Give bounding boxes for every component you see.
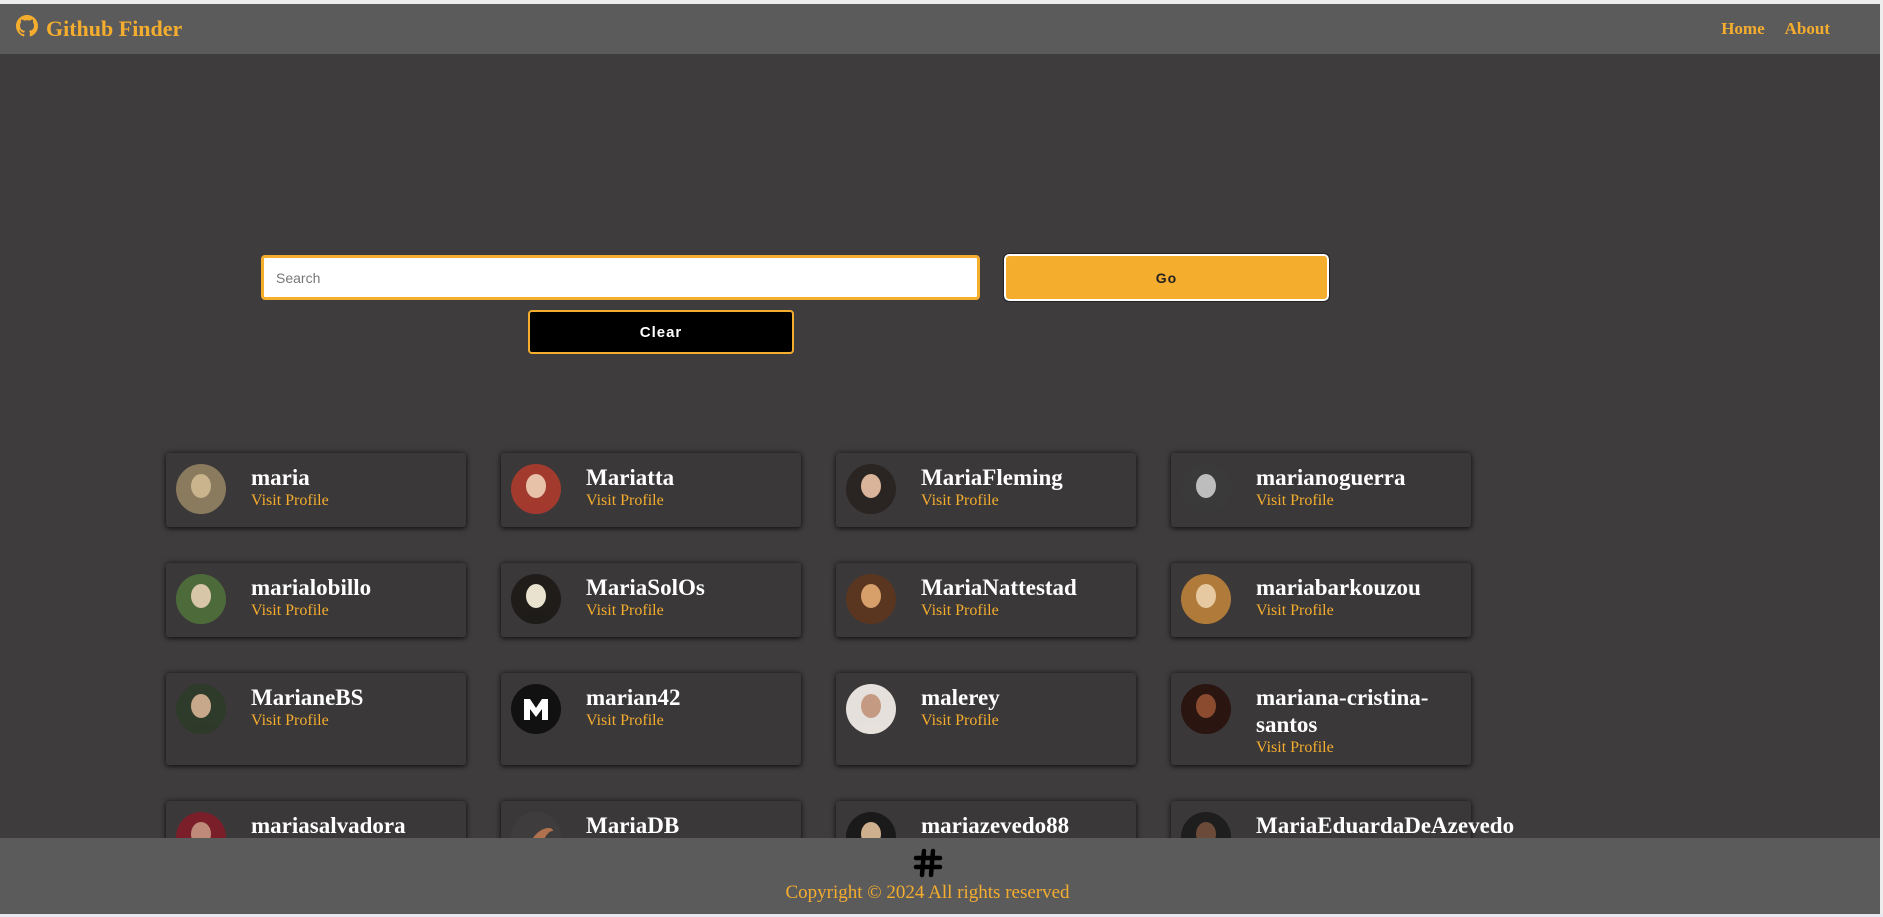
visit-profile-link[interactable]: Visit Profile bbox=[1256, 738, 1334, 757]
user-avatar bbox=[176, 574, 226, 624]
username: Mariatta bbox=[586, 465, 675, 490]
user-avatar bbox=[511, 464, 561, 514]
user-card: MariaNattestad Visit Profile bbox=[836, 563, 1136, 637]
user-avatar bbox=[1181, 684, 1231, 734]
username: mariabarkouzou bbox=[1256, 575, 1421, 600]
username: MariaNattestad bbox=[921, 575, 1077, 600]
hashtag-icon bbox=[913, 848, 943, 878]
nav-home-link[interactable]: Home bbox=[1721, 19, 1764, 39]
navbar: Github Finder Home About bbox=[0, 4, 1880, 54]
user-card: mariabarkouzou Visit Profile bbox=[1171, 563, 1471, 637]
user-avatar bbox=[176, 684, 226, 734]
user-avatar bbox=[176, 464, 226, 514]
visit-profile-link[interactable]: Visit Profile bbox=[586, 491, 664, 510]
visit-profile-link[interactable]: Visit Profile bbox=[586, 711, 664, 730]
visit-profile-link[interactable]: Visit Profile bbox=[251, 491, 329, 510]
clear-button[interactable]: Clear bbox=[528, 310, 794, 354]
visit-profile-link[interactable]: Visit Profile bbox=[251, 711, 329, 730]
nav-about-link[interactable]: About bbox=[1785, 19, 1830, 39]
user-card: marianoguerra Visit Profile bbox=[1171, 453, 1471, 527]
user-avatar bbox=[511, 684, 561, 734]
footer: Copyright © 2024 All rights reserved bbox=[0, 838, 1880, 916]
app-frame: Github Finder Home About Go Clear mariaV… bbox=[0, 0, 1883, 917]
user-card: malerey Visit Profile bbox=[836, 673, 1136, 765]
username: MariaEduardaDeAzevedo bbox=[1256, 813, 1515, 838]
user-card: MarianeBS Visit Profile bbox=[166, 673, 466, 765]
visit-profile-link[interactable]: Visit Profile bbox=[1256, 601, 1334, 620]
brand-title: Github Finder bbox=[46, 16, 183, 41]
username: MariaFleming bbox=[921, 465, 1063, 490]
username: marialobillo bbox=[251, 575, 372, 600]
username: mariana-cristina-santos bbox=[1256, 685, 1429, 737]
copyright-text: Copyright © 2024 All rights reserved bbox=[785, 882, 1070, 903]
username: MarianeBS bbox=[251, 685, 364, 710]
visit-profile-link[interactable]: Visit Profile bbox=[921, 601, 999, 620]
visit-profile-link[interactable]: Visit Profile bbox=[586, 601, 664, 620]
user-card: maria Visit Profile bbox=[166, 453, 466, 527]
visit-profile-link[interactable]: Visit Profile bbox=[1256, 491, 1334, 510]
username: mariazevedo88 bbox=[921, 813, 1070, 838]
user-avatar bbox=[846, 464, 896, 514]
user-avatar bbox=[1181, 464, 1231, 514]
search-input[interactable] bbox=[261, 255, 980, 300]
nav-links: Home About bbox=[1721, 4, 1830, 54]
user-card: mariana-cristina-santos Visit Profile bbox=[1171, 673, 1471, 765]
user-card: marialobillo Visit Profile bbox=[166, 563, 466, 637]
visit-profile-link[interactable]: Visit Profile bbox=[251, 601, 329, 620]
user-avatar bbox=[846, 684, 896, 734]
visit-profile-link[interactable]: Visit Profile bbox=[921, 491, 999, 510]
brand[interactable]: Github Finder bbox=[16, 4, 182, 54]
user-avatar bbox=[511, 574, 561, 624]
user-avatar bbox=[846, 574, 896, 624]
go-button[interactable]: Go bbox=[1003, 253, 1330, 302]
user-avatar bbox=[1181, 574, 1231, 624]
user-card: MariaSolOs Visit Profile bbox=[501, 563, 801, 637]
visit-profile-link[interactable]: Visit Profile bbox=[921, 711, 999, 730]
user-card: MariaFleming Visit Profile bbox=[836, 453, 1136, 527]
github-icon bbox=[16, 15, 38, 43]
user-card: marian42 Visit Profile bbox=[501, 673, 801, 765]
username: marian42 bbox=[586, 685, 681, 710]
user-card: Mariatta Visit Profile bbox=[501, 453, 801, 527]
username: MariaDB bbox=[586, 813, 680, 838]
username: marianoguerra bbox=[1256, 465, 1406, 490]
username: mariasalvadora bbox=[251, 813, 406, 838]
username: malerey bbox=[921, 685, 1000, 710]
username: maria bbox=[251, 465, 310, 490]
username: MariaSolOs bbox=[586, 575, 705, 600]
